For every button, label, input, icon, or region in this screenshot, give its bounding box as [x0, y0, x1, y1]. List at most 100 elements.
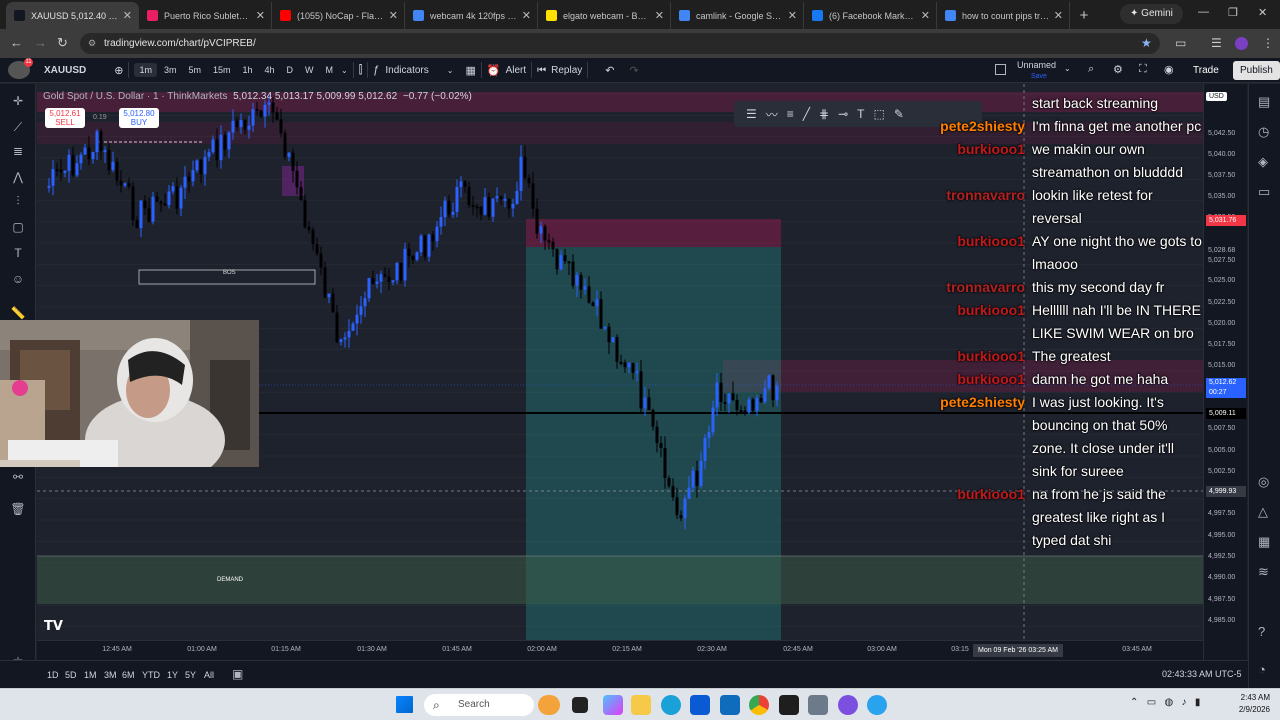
indicators-dropdown-icon[interactable]: ⌄ — [447, 66, 454, 75]
timeframe-button[interactable]: 15m — [208, 63, 236, 77]
buy-button[interactable]: 5,012.80 BUY — [119, 108, 159, 128]
text-tool-icon[interactable]: T — [8, 244, 28, 262]
timeframe-button[interactable]: 5m — [183, 63, 206, 77]
text-icon[interactable]: T — [857, 107, 864, 121]
discord-icon[interactable] — [838, 695, 858, 715]
horizontal-line-icon[interactable]: ⊸ — [838, 107, 848, 121]
site-info-icon[interactable]: ⚙ — [88, 33, 96, 54]
notifications-icon[interactable]: ◔ — [1258, 662, 1266, 677]
watchlist-icon[interactable]: ▤ — [1258, 94, 1270, 110]
goto-date-icon[interactable]: ▣ — [232, 667, 243, 681]
range-button[interactable]: 5Y — [185, 670, 196, 680]
tab-close-icon[interactable]: ✕ — [788, 9, 797, 22]
copilot-icon[interactable] — [603, 695, 623, 715]
magnet-tool-icon[interactable]: ⚯ — [8, 468, 28, 486]
undo-icon[interactable]: ↶ — [605, 64, 614, 77]
task-view-icon[interactable] — [572, 697, 588, 713]
settings-app-icon[interactable] — [808, 695, 828, 715]
timeframe-button[interactable]: 1m — [134, 63, 157, 77]
candle-type-icon[interactable]: ⫿ — [359, 64, 363, 77]
tab-close-icon[interactable]: ✕ — [389, 9, 398, 22]
browser-tab[interactable]: elgato webcam - Best B ✕ — [538, 2, 671, 29]
layers-icon[interactable]: ◈ — [1258, 154, 1268, 170]
taskbar-search[interactable]: ⌕ Search — [424, 694, 534, 716]
browser-tab[interactable]: (1055) NoCap - Flaws (O ✕ — [272, 2, 405, 29]
minimize-icon[interactable]: — — [1198, 6, 1209, 18]
store-icon[interactable] — [690, 695, 710, 715]
indicators-icon[interactable]: ƒ — [373, 64, 379, 76]
templates-icon[interactable]: ▦ — [465, 64, 475, 77]
tab-close-icon[interactable]: ✕ — [1054, 9, 1063, 22]
alert-icon[interactable]: ⏰ — [487, 64, 501, 77]
tab-close-icon[interactable]: ✕ — [655, 9, 664, 22]
terminal-icon[interactable] — [779, 695, 799, 715]
cast-icon[interactable]: ▭ — [1175, 36, 1186, 50]
browser-tab[interactable]: webcam 4k 120fps - Go ✕ — [405, 2, 538, 29]
range-button[interactable]: YTD — [142, 670, 160, 680]
gann-icon[interactable]: ⋕ — [819, 107, 829, 121]
price-scale[interactable]: USD 5,042.50 5,040.00 5,037.50 5,035.00 5,03… — [1203, 84, 1247, 660]
system-clock[interactable]: 2:43 AM 2/9/2026 — [1222, 692, 1270, 716]
widget-icon[interactable] — [538, 695, 560, 715]
range-button[interactable]: All — [204, 670, 214, 680]
sell-button[interactable]: 5,012.61 SELL — [45, 108, 85, 128]
tab-close-icon[interactable]: ✕ — [921, 9, 930, 22]
timeframe-button[interactable]: W — [300, 63, 319, 77]
telegram-icon[interactable] — [867, 695, 887, 715]
tab-close-icon[interactable]: ✕ — [123, 9, 132, 22]
system-tray[interactable]: ⌃ ▭ ◍ ♪ ▮ — [1130, 697, 1200, 708]
browser-tab[interactable]: XAUUSD 5,012.40 ▲ +0.0 ✕ — [6, 2, 139, 29]
tab-close-icon[interactable]: ✕ — [522, 9, 531, 22]
emoji-tool-icon[interactable]: ☺ — [8, 270, 28, 288]
crosshair-tool-icon[interactable]: ✛ — [8, 92, 28, 110]
time-axis[interactable]: 12:45 AM 01:00 AM 01:15 AM 01:30 AM 01:45 AM… — [37, 640, 1203, 660]
user-avatar[interactable]: 11 — [8, 58, 33, 79]
currency-label[interactable]: USD — [1206, 92, 1227, 101]
streams-icon[interactable]: ≋ — [1258, 564, 1269, 580]
pattern-tool-icon[interactable]: ⋀ — [8, 168, 28, 186]
start-icon[interactable] — [396, 696, 413, 713]
settings-icon[interactable]: ⚙ — [1113, 63, 1123, 76]
layout-checkbox-icon[interactable] — [995, 64, 1006, 75]
timeframe-button[interactable]: 1h — [238, 63, 258, 77]
ideas-icon[interactable]: △ — [1258, 504, 1268, 520]
compare-icon[interactable]: ⊕ — [114, 64, 123, 77]
browser-tab[interactable]: camlink - Google Searc ✕ — [671, 2, 804, 29]
fib-tool-icon[interactable]: ≣ — [8, 142, 28, 160]
replay-icon[interactable]: ⏮ — [537, 65, 546, 76]
trendline-tool-icon[interactable]: ⟋ — [8, 118, 28, 136]
reading-list-icon[interactable]: ☰ — [1211, 36, 1222, 50]
range-button[interactable]: 1M — [84, 670, 97, 680]
layout-dropdown-icon[interactable]: ⌄ — [1064, 64, 1071, 73]
profile-avatar[interactable] — [1235, 37, 1248, 50]
chart-clock[interactable]: 02:43:33 AM UTC-5 — [1162, 669, 1242, 679]
rectangle-icon[interactable]: ⬚ — [874, 107, 885, 121]
chrome-icon[interactable] — [749, 695, 769, 715]
chat-icon[interactable]: ▭ — [1258, 184, 1270, 200]
browser-tab[interactable]: Puerto Rico Sublets, Sh ✕ — [139, 2, 272, 29]
edge-icon[interactable] — [661, 695, 681, 715]
reload-icon[interactable]: ↻ — [57, 35, 68, 51]
alert-button[interactable]: Alert — [506, 65, 527, 76]
range-button[interactable]: 6M — [122, 670, 135, 680]
tab-close-icon[interactable]: ✕ — [256, 9, 265, 22]
trash-tool-icon[interactable]: 🗑 — [8, 500, 28, 518]
new-tab-button[interactable]: + — [1070, 2, 1098, 29]
browser-menu-icon[interactable]: ⋮ — [1262, 36, 1274, 50]
symbol-search[interactable]: XAUUSD — [44, 65, 86, 76]
timeframe-dropdown-icon[interactable]: ⌄ — [341, 66, 348, 75]
forward-icon[interactable]: → — [34, 35, 47, 50]
calendar-icon[interactable]: ▦ — [1258, 534, 1270, 550]
replay-button[interactable]: Replay — [551, 65, 582, 76]
restore-icon[interactable]: ❐ — [1228, 6, 1238, 19]
fib-icon[interactable]: ≡ — [787, 107, 794, 121]
range-button[interactable]: 3M — [104, 670, 117, 680]
layout-name[interactable]: Unnamed Save — [1017, 60, 1056, 82]
publish-button[interactable]: Publish — [1233, 61, 1280, 80]
browser-tab[interactable]: (6) Facebook Marketpla ✕ — [804, 2, 937, 29]
redo-icon[interactable]: ↷ — [630, 64, 639, 77]
help-icon[interactable]: ? — [1258, 624, 1265, 639]
fullscreen-icon[interactable]: ⛶ — [1139, 63, 1147, 76]
alerts-clock-icon[interactable]: ◷ — [1258, 124, 1269, 140]
menu-icon[interactable]: ☰ — [746, 107, 757, 121]
